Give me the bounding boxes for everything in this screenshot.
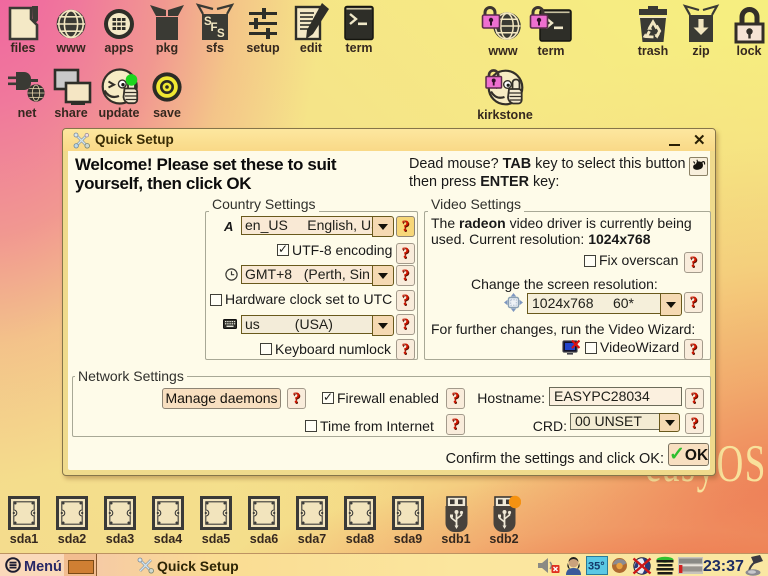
svg-text:S: S: [217, 28, 225, 40]
svg-text:35°: 35°: [588, 561, 605, 573]
